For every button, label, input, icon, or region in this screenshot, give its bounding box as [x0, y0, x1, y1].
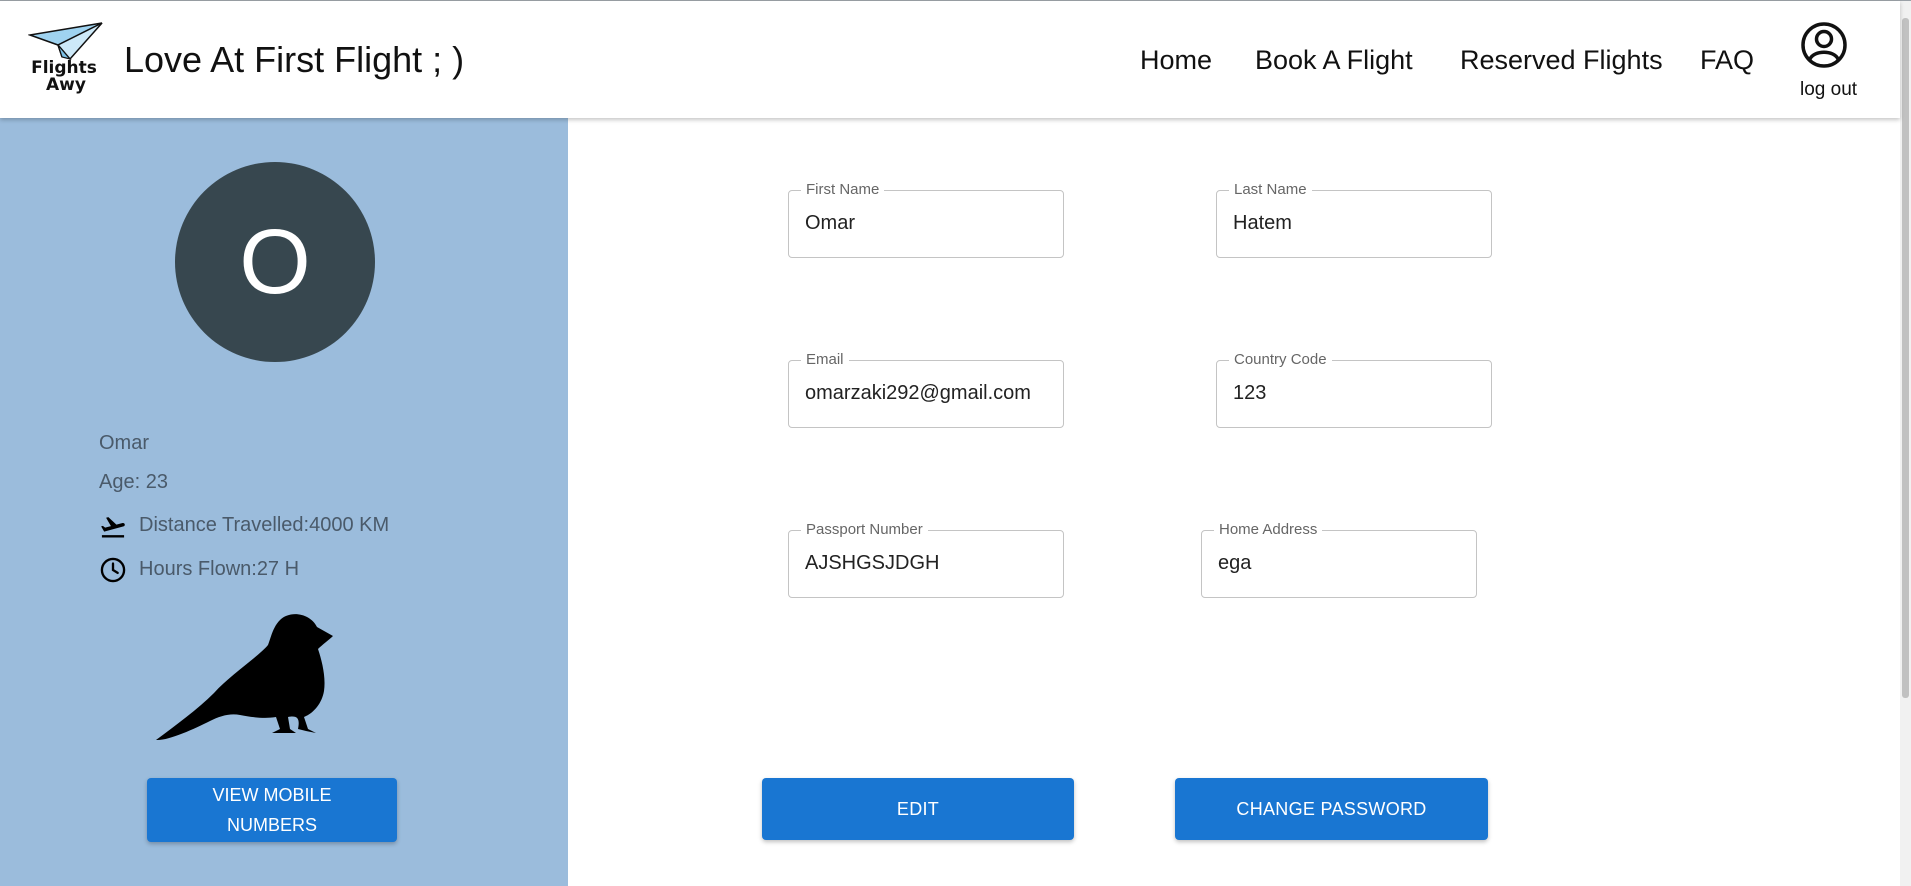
nav-book-a-flight[interactable]: Book A Flight [1255, 45, 1413, 76]
email-field[interactable]: Email [788, 351, 1064, 428]
flight-takeoff-icon [101, 517, 125, 538]
edit-button[interactable]: EDIT [762, 778, 1074, 840]
app-logo[interactable]: Flights Awy [28, 21, 106, 99]
paper-plane-icon [28, 22, 103, 61]
passport-number-label: Passport Number [801, 521, 928, 539]
avatar: O [175, 162, 375, 362]
clock-icon [100, 557, 126, 583]
logout-button[interactable]: log out [1800, 79, 1857, 101]
profile-name: Omar [99, 432, 149, 454]
change-password-button[interactable]: CHANGE PASSWORD [1175, 778, 1488, 840]
nav-home[interactable]: Home [1140, 45, 1212, 76]
home-address-label: Home Address [1214, 521, 1323, 539]
view-mobile-numbers-label: VIEW MOBILE NUMBERS [212, 785, 332, 835]
page-scrollbar-thumb[interactable] [1902, 18, 1909, 698]
last-name-input[interactable] [1233, 212, 1483, 235]
email-input[interactable] [805, 382, 1055, 405]
profile-sidebar: O Omar Age: 23 Distance Travelled:4000 K… [0, 118, 568, 886]
nav-faq[interactable]: FAQ [1700, 45, 1754, 76]
account-circle-icon[interactable] [1799, 20, 1849, 70]
country-code-input[interactable] [1233, 382, 1483, 405]
last-name-field[interactable]: Last Name [1216, 181, 1492, 258]
app-header: Flights Awy Love At First Flight ; ) Hom… [0, 1, 1900, 118]
last-name-label: Last Name [1229, 181, 1312, 199]
logo-text-line2: Awy [46, 75, 86, 95]
passport-number-input[interactable] [805, 552, 1055, 575]
app-tagline: Love At First Flight ; ) [124, 39, 465, 80]
first-name-label: First Name [801, 181, 885, 199]
passport-number-field[interactable]: Passport Number [788, 521, 1064, 598]
first-name-input[interactable] [805, 212, 1055, 235]
home-address-field[interactable]: Home Address [1201, 521, 1477, 598]
country-code-label: Country Code [1229, 351, 1332, 369]
profile-hours: Hours Flown:27 H [139, 558, 300, 580]
nav-reserved-flights[interactable]: Reserved Flights [1460, 45, 1663, 76]
bird-icon [156, 614, 333, 741]
country-code-field[interactable]: Country Code [1216, 351, 1492, 428]
profile-age: Age: 23 [99, 471, 168, 493]
home-address-input[interactable] [1218, 552, 1468, 575]
first-name-field[interactable]: First Name [788, 181, 1064, 258]
profile-distance: Distance Travelled:4000 KM [139, 514, 390, 536]
email-label: Email [801, 351, 849, 369]
view-mobile-numbers-button[interactable]: VIEW MOBILE NUMBERS [147, 778, 397, 842]
